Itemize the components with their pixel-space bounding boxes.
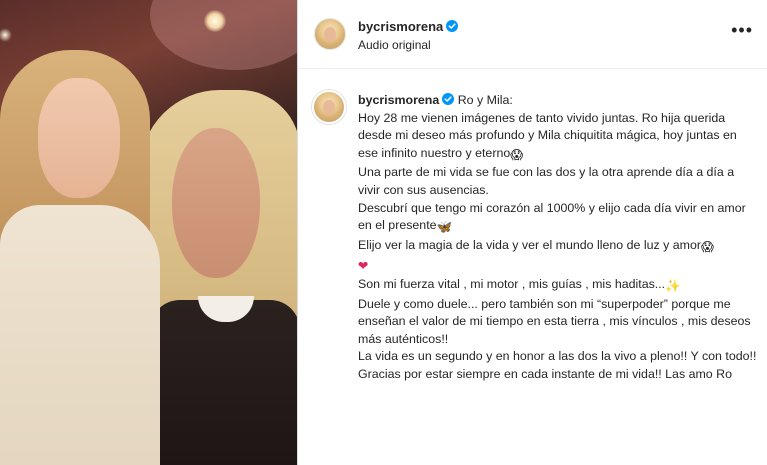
photo-girl-sweater: [0, 205, 160, 465]
caption-line: ❤: [358, 256, 758, 276]
caption-line: La vida es un segundo y en honor a las d…: [358, 349, 757, 364]
caption-line: Duele y como duele... pero también son m…: [358, 296, 751, 346]
caption-username[interactable]: bycrismorena: [358, 93, 439, 107]
post-side-panel: bycrismorena Audio original ••• bycrismo…: [298, 0, 767, 465]
caption-line: Hoy 28 me vienen imágenes de tanto vivid…: [358, 110, 758, 165]
caption-line: Gracias por estar siempre en cada instan…: [358, 366, 732, 381]
heart-emoji-icon: ❤: [358, 259, 369, 274]
post-caption: bycrismorena Ro y Mila: Hoy 28 me vienen…: [358, 92, 758, 384]
photo-woman-face: [172, 128, 260, 278]
header-divider: [298, 68, 767, 69]
username-text[interactable]: bycrismorena: [358, 19, 443, 34]
more-icon[interactable]: •••: [731, 21, 753, 39]
photo-light: [0, 28, 12, 42]
photo-light: [204, 10, 226, 32]
post-header: bycrismorena Audio original •••: [298, 0, 767, 68]
caption-line: Son mi fuerza vital , mi motor , mis guí…: [358, 276, 758, 296]
scream-emoji-icon: 😱: [700, 239, 714, 254]
photo-background-arch: [150, 0, 297, 70]
caption-title: Ro y Mila:: [457, 93, 513, 107]
caption-line: Elijo ver la magia de la vida y ver el m…: [358, 237, 758, 257]
caption-avatar[interactable]: [312, 90, 346, 124]
caption-first-line: bycrismorena Ro y Mila:: [358, 92, 758, 110]
post-username[interactable]: bycrismorena: [358, 19, 459, 34]
verified-badge-icon: [446, 20, 459, 32]
photo-girl-face: [38, 78, 120, 198]
post-photo[interactable]: [0, 0, 297, 465]
butterfly-emoji-icon: 🦋: [436, 220, 452, 235]
caption-line: Descubrí que tengo mi corazón al 1000% y…: [358, 200, 758, 237]
verified-badge-icon: [442, 93, 455, 105]
audio-label[interactable]: Audio original: [358, 38, 431, 52]
sparkles-emoji-icon: ✨: [665, 278, 681, 293]
scream-emoji-icon: 😱: [510, 147, 524, 162]
caption-line: Una parte de mi vida se fue con las dos …: [358, 165, 735, 197]
photo-woman-dress: [150, 300, 297, 465]
avatar[interactable]: [314, 18, 346, 50]
